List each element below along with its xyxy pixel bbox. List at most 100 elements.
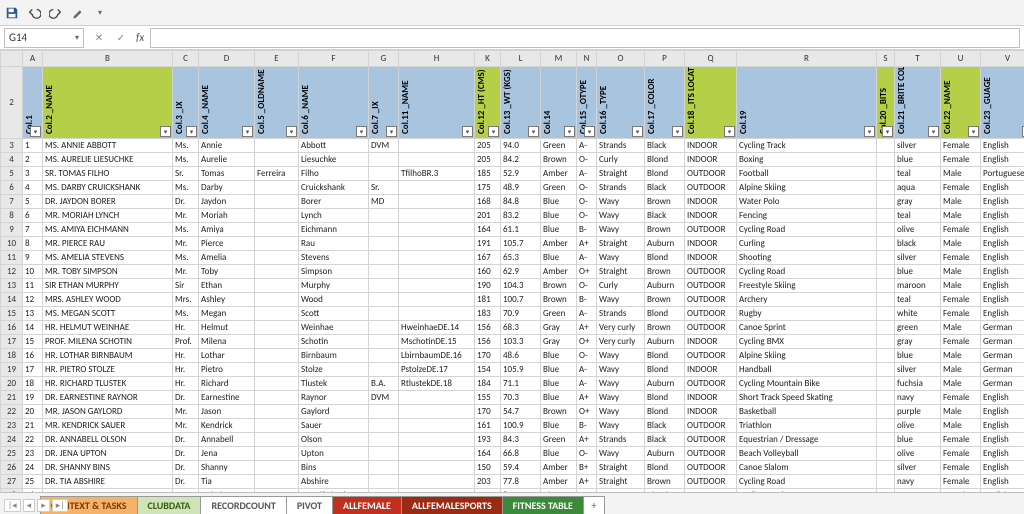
cell[interactable]: Blue	[541, 195, 577, 209]
brush-icon[interactable]	[70, 5, 86, 21]
row-header[interactable]: 16	[1, 321, 23, 335]
cell[interactable]: Blue	[541, 391, 577, 405]
cell[interactable]: Straight	[597, 461, 645, 475]
cell[interactable]: 68.3	[501, 321, 541, 335]
sheet-tab[interactable]: ALLFEMALE	[332, 496, 402, 514]
cell[interactable]: Brown	[645, 223, 685, 237]
cell[interactable]: Wavy	[597, 195, 645, 209]
cell[interactable]: 3	[23, 167, 43, 181]
cell[interactable]: 59.4	[501, 461, 541, 475]
cell[interactable]	[877, 461, 895, 475]
cell[interactable]: OUTDOOR	[685, 223, 737, 237]
cell[interactable]: Brown	[645, 293, 685, 307]
filter-header-cell[interactable]: Col.18 _ITS LOCATION▾	[685, 67, 737, 139]
cell[interactable]: Cycling BMX	[737, 335, 877, 349]
cell[interactable]	[255, 461, 299, 475]
filter-dropdown-icon[interactable]: ▾	[242, 126, 253, 137]
cell[interactable]	[877, 167, 895, 181]
cell[interactable]: blue	[895, 153, 941, 167]
cell[interactable]: MschotinDE.15	[399, 335, 475, 349]
cell[interactable]: Tia	[199, 475, 255, 489]
cell[interactable]: SIR ETHAN MURPHY	[43, 279, 173, 293]
cell[interactable]: English	[981, 139, 1024, 153]
cell[interactable]: Female	[941, 433, 981, 447]
cell[interactable]: 54.7	[501, 405, 541, 419]
cell[interactable]: Female	[941, 447, 981, 461]
cell[interactable]: Female	[941, 307, 981, 321]
cell[interactable]: Freestyle Skiing	[737, 279, 877, 293]
tab-nav-next-icon[interactable]: ▸	[37, 499, 50, 512]
cell[interactable]	[877, 139, 895, 153]
cell[interactable]: German	[981, 349, 1024, 363]
cell[interactable]	[877, 349, 895, 363]
cell[interactable]	[369, 405, 399, 419]
cell[interactable]: Alpine Skiing	[737, 181, 877, 195]
cell[interactable]: Cycling Road	[737, 223, 877, 237]
row-header[interactable]: 3	[1, 139, 23, 153]
cell[interactable]: Annie	[199, 139, 255, 153]
cell[interactable]: Ms.	[173, 139, 199, 153]
cell[interactable]: German	[981, 377, 1024, 391]
cell[interactable]: 175	[475, 181, 501, 195]
cell[interactable]: Amiya	[199, 223, 255, 237]
filter-header-cell[interactable]: Col.12 _HT (CMS)▾	[475, 67, 501, 139]
column-header[interactable]: V	[981, 51, 1024, 67]
cell[interactable]: 190	[475, 279, 501, 293]
cell[interactable]	[255, 195, 299, 209]
cell[interactable]	[255, 237, 299, 251]
cell[interactable]: Blond	[645, 251, 685, 265]
cell[interactable]: PROF. MILENA SCHOTIN	[43, 335, 173, 349]
cell[interactable]: Sr.	[369, 181, 399, 195]
cell[interactable]: English	[981, 293, 1024, 307]
cell[interactable]: gray	[895, 195, 941, 209]
cell[interactable]: 25	[23, 475, 43, 489]
cell[interactable]: 191	[475, 237, 501, 251]
cell[interactable]: Earnestine	[199, 391, 255, 405]
cell[interactable]: Cycling Road	[737, 475, 877, 489]
save-icon[interactable]	[4, 5, 20, 21]
sheet-tab[interactable]: FITNESS TABLE	[502, 496, 584, 514]
cell[interactable]: 154	[475, 363, 501, 377]
cell[interactable]: 8	[23, 237, 43, 251]
cell[interactable]	[255, 181, 299, 195]
filter-dropdown-icon[interactable]: ▾	[30, 126, 41, 137]
filter-header-cell[interactable]: Col.5 _OLDNAME▾	[255, 67, 299, 139]
cell[interactable]	[399, 237, 475, 251]
cell[interactable]: 6	[23, 209, 43, 223]
cell[interactable]	[369, 251, 399, 265]
cell[interactable]: Simpson	[299, 265, 369, 279]
cell[interactable]: A-	[577, 377, 597, 391]
cell[interactable]: 167	[475, 251, 501, 265]
cell[interactable]: 105.9	[501, 363, 541, 377]
cell[interactable]: Mr.	[173, 405, 199, 419]
cell[interactable]: Wavy	[597, 223, 645, 237]
cell[interactable]: Short Track Speed Skating	[737, 391, 877, 405]
cell[interactable]: 62.9	[501, 265, 541, 279]
cell[interactable]: blue	[895, 433, 941, 447]
cell[interactable]: Fencing	[737, 209, 877, 223]
cell[interactable]: Blond	[645, 363, 685, 377]
chevron-down-icon[interactable]: ▾	[75, 33, 79, 43]
cell[interactable]: 160	[475, 265, 501, 279]
cell[interactable]: Wavy	[597, 209, 645, 223]
row-header[interactable]: 13	[1, 279, 23, 293]
cell[interactable]: Blue	[541, 223, 577, 237]
cell[interactable]: INDOOR	[685, 237, 737, 251]
cell[interactable]: A+	[577, 433, 597, 447]
filter-header-cell[interactable]: Col.13 _WT (KGS)▾	[501, 67, 541, 139]
cell[interactable]: Gray	[541, 335, 577, 349]
cell[interactable]	[255, 307, 299, 321]
cell[interactable]	[877, 223, 895, 237]
cell[interactable]: Cycling Track	[737, 139, 877, 153]
cell[interactable]: HR. RICHARD TLUSTEK	[43, 377, 173, 391]
cell[interactable]	[255, 251, 299, 265]
cell[interactable]: Auburn	[645, 335, 685, 349]
cell[interactable]: MR. JASON GAYLORD	[43, 405, 173, 419]
cell[interactable]: Mr.	[173, 419, 199, 433]
cell[interactable]: 205	[475, 153, 501, 167]
cell[interactable]: 181	[475, 293, 501, 307]
cell[interactable]: English	[981, 265, 1024, 279]
cell[interactable]	[369, 335, 399, 349]
cell[interactable]	[369, 167, 399, 181]
row-header[interactable]: 14	[1, 293, 23, 307]
